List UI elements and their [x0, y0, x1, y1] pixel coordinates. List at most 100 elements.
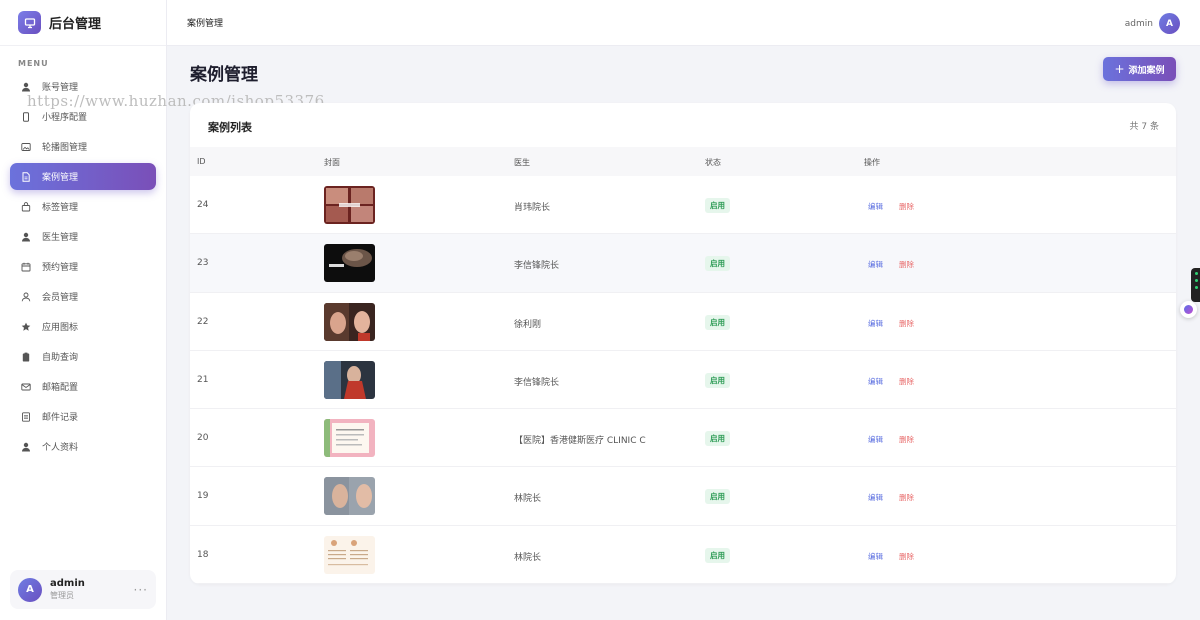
cover-thumbnail[interactable]: [324, 302, 375, 341]
cell-doctor: 林院长: [514, 552, 542, 563]
card-title: 案例列表: [208, 121, 252, 134]
menu-label: MENU: [18, 59, 49, 68]
sidebar-item-cases[interactable]: 案例管理: [10, 163, 156, 190]
sidebar-item-mail-config[interactable]: 邮箱配置: [10, 373, 156, 400]
sidebar-item-banners[interactable]: 轮播图管理: [10, 133, 156, 160]
delete-link[interactable]: 删除: [899, 434, 914, 445]
user-role: 管理员: [50, 590, 74, 600]
sidebar-item-label: 自助查询: [42, 353, 79, 363]
status-badge: 启用: [705, 256, 730, 272]
cover-thumbnail[interactable]: [324, 477, 375, 516]
edit-link[interactable]: 编辑: [868, 551, 883, 562]
delete-link[interactable]: 删除: [899, 492, 914, 503]
edit-link[interactable]: 编辑: [868, 492, 883, 503]
cell-id: 22: [197, 316, 209, 327]
image-icon: [20, 141, 32, 153]
status-badge: 启用: [705, 372, 730, 388]
sidebar-item-app-icons[interactable]: 应用图标: [10, 313, 156, 340]
floating-toolbar[interactable]: [1191, 268, 1200, 302]
sidebar-item-label: 案例管理: [42, 173, 79, 183]
table-row: 20 【医院】香港健斯医疗 CLINIC C 启用 编辑 删除: [190, 409, 1176, 468]
table-row: 19 林院长 启用 编辑 删除: [190, 467, 1176, 526]
cover-thumbnail[interactable]: [324, 244, 375, 283]
cell-id: 20: [197, 433, 209, 444]
app-title: 后台管理: [49, 17, 102, 32]
cover-thumbnail[interactable]: [324, 360, 375, 399]
mail-icon: [20, 381, 32, 393]
plus-icon: +: [1114, 62, 1125, 76]
more-icon[interactable]: ···: [134, 583, 148, 597]
edit-link[interactable]: 编辑: [868, 259, 883, 270]
sidebar-item-label: 轮播图管理: [42, 143, 88, 153]
status-badge: 启用: [705, 547, 730, 563]
sidebar-item-label: 小程序配置: [42, 113, 88, 123]
add-case-button[interactable]: + 添加案例: [1103, 57, 1176, 81]
table-row: 18 林院长 启用 编辑 删除: [190, 526, 1176, 584]
cell-id: 24: [197, 200, 209, 210]
table-row: 22 徐利刚 启用 编辑 删除: [190, 293, 1176, 351]
topbar: 案例管理 admin A: [167, 0, 1200, 46]
assistant-icon[interactable]: [1180, 301, 1197, 318]
sidebar-user-card[interactable]: A admin 管理员 ···: [10, 570, 156, 609]
cover-thumbnail[interactable]: [324, 186, 375, 224]
avatar: A: [1159, 13, 1180, 34]
table-row: 24 肖玮院长 启用 编辑 删除: [190, 176, 1176, 235]
sidebar-item-label: 预约管理: [42, 263, 79, 273]
calendar-icon: [20, 261, 32, 273]
sidebar-item-label: 邮件记录: [42, 413, 79, 423]
table-row: 23 李信锋院长 启用 编辑 删除: [190, 234, 1176, 293]
delete-link[interactable]: 删除: [899, 376, 914, 387]
user-outline-icon: [20, 291, 32, 303]
sidebar-item-profile[interactable]: 个人资料: [10, 433, 156, 460]
list-icon: [20, 411, 32, 423]
edit-link[interactable]: 编辑: [868, 201, 883, 212]
user-name: admin: [50, 577, 85, 589]
sidebar-item-label: 医生管理: [42, 233, 79, 243]
sidebar-item-mail-logs[interactable]: 邮件记录: [10, 403, 156, 430]
clipboard-icon: [20, 351, 32, 363]
top-user-menu[interactable]: admin A: [1125, 13, 1180, 34]
user-icon: [20, 441, 32, 453]
sidebar-item-label: 应用图标: [42, 323, 79, 333]
cover-thumbnail[interactable]: [324, 535, 375, 574]
delete-link[interactable]: 删除: [899, 259, 914, 270]
monitor-icon: [18, 11, 41, 34]
sidebar-item-members[interactable]: 会员管理: [10, 283, 156, 310]
case-list-card: 案例列表 共 7 条 ID 封面 医生 状态 操作 24 肖玮院长 启用 编辑 …: [190, 103, 1176, 584]
col-status: 状态: [705, 158, 721, 167]
sidebar-item-label: 个人资料: [42, 443, 79, 453]
table-header: ID 封面 医生 状态 操作: [190, 147, 1176, 176]
col-id: ID: [197, 157, 206, 166]
sidebar-item-appointments[interactable]: 预约管理: [10, 253, 156, 280]
sidebar-item-tags[interactable]: 标签管理: [10, 193, 156, 220]
delete-link[interactable]: 删除: [899, 318, 914, 329]
cover-thumbnail[interactable]: [324, 419, 375, 458]
status-badge: 启用: [705, 431, 730, 447]
sidebar-item-label: 邮箱配置: [42, 383, 79, 393]
status-badge: 启用: [705, 489, 730, 505]
breadcrumb: 案例管理: [187, 19, 224, 29]
avatar: A: [18, 577, 42, 602]
cell-id: 18: [197, 549, 209, 560]
cell-doctor: 林院长: [514, 494, 542, 505]
table-row: 21 李信锋院长 启用 编辑 删除: [190, 351, 1176, 410]
col-cover: 封面: [324, 158, 340, 167]
sidebar-item-label: 标签管理: [42, 203, 79, 213]
cell-doctor: 李信锋院长: [514, 261, 560, 272]
user-icon: [20, 81, 32, 93]
mobile-icon: [20, 111, 32, 123]
cell-doctor: 李信锋院长: [514, 377, 560, 388]
document-icon: [20, 171, 32, 183]
delete-link[interactable]: 删除: [899, 551, 914, 562]
status-badge: 启用: [705, 198, 730, 213]
sidebar-item-doctors[interactable]: 医生管理: [10, 223, 156, 250]
brand: 后台管理: [0, 0, 166, 46]
col-actions: 操作: [864, 158, 880, 167]
edit-link[interactable]: 编辑: [868, 318, 883, 329]
edit-link[interactable]: 编辑: [868, 434, 883, 445]
delete-link[interactable]: 删除: [899, 201, 914, 212]
edit-link[interactable]: 编辑: [868, 376, 883, 387]
add-case-label: 添加案例: [1128, 65, 1165, 76]
sidebar-item-self-query[interactable]: 自助查询: [10, 343, 156, 370]
total-count: 共 7 条: [1129, 122, 1159, 132]
